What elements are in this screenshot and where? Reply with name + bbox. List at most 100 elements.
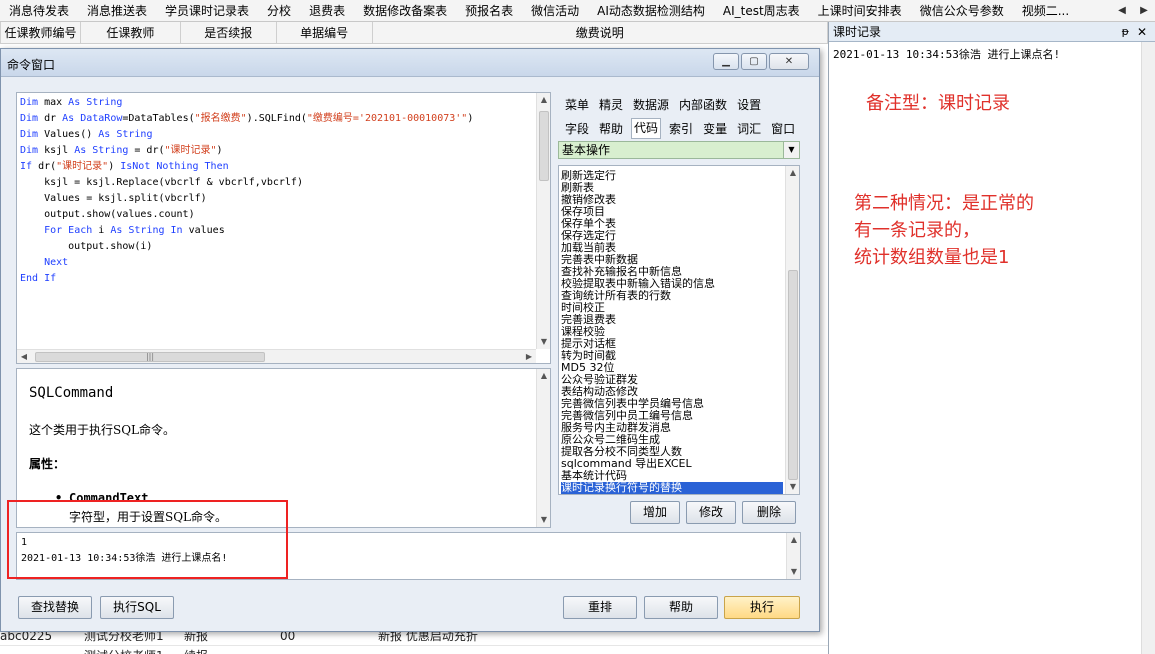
tab-code[interactable]: 代码 — [631, 118, 662, 139]
code-vscrollbar[interactable]: ▲ ▼ — [536, 93, 550, 349]
list-item[interactable]: 保存单个表 — [561, 218, 783, 230]
list-item[interactable]: 服务号内主动群发消息 — [561, 422, 783, 434]
scroll-down-icon[interactable]: ▼ — [786, 480, 800, 494]
tab-4[interactable]: 退费表 — [300, 0, 354, 21]
help-button[interactable]: 帮助 — [644, 596, 718, 619]
list-item[interactable]: 原公众号二维码生成 — [561, 434, 783, 446]
list-item[interactable]: 完善微信列中员工编号信息 — [561, 410, 783, 422]
scroll-down-icon[interactable]: ▼ — [537, 335, 551, 349]
execute-button[interactable]: 执行 — [724, 596, 800, 619]
minimize-button[interactable]: ▁ — [713, 53, 739, 70]
list-item[interactable]: 提示对话框 — [561, 338, 783, 350]
tab-9[interactable]: AI_test周志表 — [714, 0, 809, 21]
tab-prev-icon[interactable]: ◀ — [1114, 3, 1130, 19]
tab-field[interactable]: 字段 — [565, 120, 589, 137]
scroll-left-icon[interactable]: ◀ — [17, 350, 31, 364]
menu-item[interactable]: 精灵 — [599, 96, 623, 113]
scroll-up-icon[interactable]: ▲ — [786, 166, 800, 180]
scroll-down-icon[interactable]: ▼ — [537, 513, 551, 527]
tab-5[interactable]: 数据修改备案表 — [354, 0, 456, 21]
col-header-teacher-id[interactable]: 任课教师编号 — [1, 22, 81, 43]
tab-window[interactable]: 窗口 — [771, 120, 795, 137]
maximize-button[interactable]: ▢ — [741, 53, 767, 70]
tab-0[interactable]: 消息待发表 — [0, 0, 78, 21]
find-replace-button[interactable]: 查找替换 — [18, 596, 92, 619]
pin-icon[interactable]: ᵽ — [1122, 22, 1129, 42]
code-editor[interactable]: Dim max As String Dim dr As DataRow=DataT… — [16, 92, 551, 364]
menu-item[interactable]: 内部函数 — [679, 96, 727, 113]
list-item[interactable]: 提取各分校不同类型人数 — [561, 446, 783, 458]
dialog-titlebar[interactable]: 命令窗口 ▁ ▢ ✕ — [1, 49, 819, 77]
tab-6[interactable]: 预报名表 — [456, 0, 522, 21]
scroll-up-icon[interactable]: ▲ — [787, 533, 801, 547]
chevron-down-icon[interactable]: ▼ — [783, 142, 799, 158]
list-item[interactable]: 课程校验 — [561, 326, 783, 338]
list-item[interactable]: 保存项目 — [561, 206, 783, 218]
code-hscrollbar[interactable]: ◀ ||| ▶ — [17, 349, 536, 363]
delete-button[interactable]: 删除 — [742, 501, 796, 524]
output-vscrollbar[interactable]: ▲ ▼ — [786, 533, 800, 579]
code-text[interactable]: Dim max As String Dim dr As DataRow=DataT… — [20, 95, 473, 287]
close-icon[interactable]: ✕ — [1137, 22, 1147, 42]
menu-item[interactable]: 菜单 — [565, 96, 589, 113]
tab-index[interactable]: 索引 — [669, 120, 693, 137]
tab-10[interactable]: 上课时间安排表 — [809, 0, 911, 21]
col-header-renew[interactable]: 是否续报 — [181, 22, 277, 43]
list-item[interactable]: 完善微信列表中学员编号信息 — [561, 398, 783, 410]
category-select[interactable]: 基本操作 ▼ — [558, 141, 800, 159]
list-item[interactable]: 查找补充输报名中新信息 — [561, 266, 783, 278]
execute-sql-button[interactable]: 执行SQL — [100, 596, 174, 619]
list-item[interactable]: 课时记录换行符号的替换 — [561, 482, 783, 494]
scroll-up-icon[interactable]: ▲ — [537, 93, 551, 107]
doc-vscrollbar[interactable]: ▲ ▼ — [536, 369, 550, 527]
list-item[interactable]: 刷新选定行 — [561, 170, 783, 182]
list-item[interactable]: 查询统计所有表的行数 — [561, 290, 783, 302]
list-item[interactable]: 时间校正 — [561, 302, 783, 314]
tab-vocab[interactable]: 词汇 — [737, 120, 761, 137]
list-item[interactable]: 转为时间截 — [561, 350, 783, 362]
tab-2[interactable]: 学员课时记录表 — [156, 0, 258, 21]
add-button[interactable]: 增加 — [630, 501, 680, 524]
panel-scrollbar[interactable] — [1141, 42, 1155, 654]
tab-help[interactable]: 帮助 — [599, 120, 623, 137]
table-row[interactable]: 测试分校老师1 续报 — [0, 646, 828, 654]
edit-button[interactable]: 修改 — [686, 501, 736, 524]
col-header-doc-no[interactable]: 单据编号 — [277, 22, 373, 43]
scroll-down-icon[interactable]: ▼ — [787, 565, 801, 579]
list-item[interactable]: 完善表中新数据 — [561, 254, 783, 266]
snippet-list[interactable]: 刷新选定行 刷新表 撤销修改表 保存项目 保存单个表 保存选定行 加载当前表 完善表中新数据查… — [558, 165, 800, 495]
list-item[interactable]: 保存选定行 — [561, 230, 783, 242]
list-item[interactable]: 表结构动态修改 — [561, 386, 783, 398]
close-button[interactable]: ✕ — [769, 53, 809, 70]
tab-next-icon[interactable]: ▶ — [1136, 3, 1152, 19]
col-header-payment-desc[interactable]: 缴费说明 — [373, 22, 829, 43]
scroll-thumb[interactable]: ||| — [35, 352, 265, 362]
tab-3[interactable]: 分校 — [258, 0, 300, 21]
list-item[interactable]: 完善退费表 — [561, 314, 783, 326]
tab-12[interactable]: 视频二... — [1013, 0, 1078, 21]
list-item[interactable]: 加载当前表 — [561, 242, 783, 254]
scroll-up-icon[interactable]: ▲ — [537, 369, 551, 383]
scroll-right-icon[interactable]: ▶ — [522, 350, 536, 364]
list-vscrollbar[interactable]: ▲ ▼ — [785, 166, 799, 494]
menu-item[interactable]: 数据源 — [633, 96, 669, 113]
reset-button[interactable]: 重排 — [563, 596, 637, 619]
list-item[interactable]: 基本统计代码 — [561, 470, 783, 482]
list-item[interactable]: 刷新表 — [561, 182, 783, 194]
list-item[interactable]: sqlcommand 导出EXCEL — [561, 458, 783, 470]
tab-variable[interactable]: 变量 — [703, 120, 727, 137]
col-header-teacher[interactable]: 任课教师 — [81, 22, 181, 43]
list-item[interactable]: MD5 32位 — [561, 362, 783, 374]
tab-8[interactable]: AI动态数据检测结构 — [588, 0, 714, 21]
tab-11[interactable]: 微信公众号参数 — [911, 0, 1013, 21]
menu-item[interactable]: 设置 — [737, 96, 761, 113]
list-item[interactable]: 公众号验证群发 — [561, 374, 783, 386]
tab-1[interactable]: 消息推送表 — [78, 0, 156, 21]
scroll-thumb[interactable] — [788, 270, 798, 480]
scroll-thumb[interactable] — [539, 111, 549, 181]
panel-content[interactable]: 2021-01-13 10:34:53徐浩 进行上课点名! — [829, 42, 1155, 66]
code-text: ) — [216, 145, 223, 156]
list-item[interactable]: 校验提取表中新输入错误的信息 — [561, 278, 783, 290]
tab-7[interactable]: 微信活动 — [522, 0, 588, 21]
list-item[interactable]: 撤销修改表 — [561, 194, 783, 206]
